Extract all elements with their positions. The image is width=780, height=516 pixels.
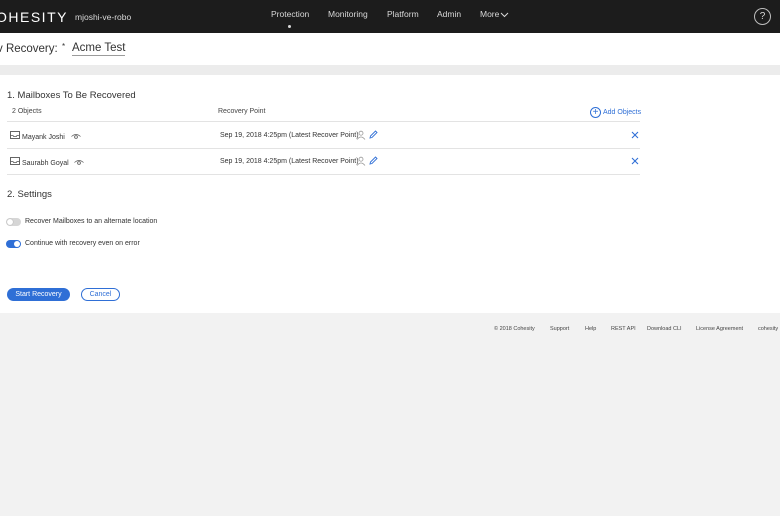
remove-x-icon[interactable]: [631, 157, 639, 165]
mailbox-icon: [10, 157, 20, 165]
help-icon[interactable]: ?: [754, 8, 771, 25]
page-header: v Recovery: * Acme Test: [0, 33, 780, 65]
active-nav-indicator: [288, 25, 291, 28]
mailbox-icon: [10, 131, 20, 139]
footer-help-link[interactable]: Help: [585, 326, 596, 332]
settings-section-title: 2. Settings: [7, 189, 52, 200]
recovery-point-value: Sep 19, 2018 4:25pm (Latest Recover Poin…: [220, 158, 359, 165]
mailbox-name: Saurabh Goyal: [22, 160, 69, 167]
alternate-location-label: Recover Mailboxes to an alternate locati…: [25, 218, 158, 225]
footer-copyright: © 2018 Cohesity: [494, 326, 535, 332]
table-header-divider: [7, 121, 640, 122]
mailboxes-section-title: 1. Mailboxes To Be Recovered: [7, 90, 136, 101]
cohesity-logo[interactable]: OHESITY: [0, 9, 68, 25]
cluster-name[interactable]: mjoshi-ve-robo: [75, 12, 131, 22]
edit-pencil-icon[interactable]: [369, 156, 378, 165]
remove-x-icon[interactable]: [631, 131, 639, 139]
edit-pencil-icon[interactable]: [369, 130, 378, 139]
footer-download-cli-link[interactable]: Download CLI: [647, 326, 682, 332]
add-objects-label: Add Objects: [603, 109, 642, 116]
recovery-point-value: Sep 19, 2018 4:25pm (Latest Recover Poin…: [220, 132, 359, 139]
mailbox-name: Mayank Joshi: [22, 134, 65, 141]
continue-on-error-toggle[interactable]: [6, 240, 21, 248]
eye-icon[interactable]: [74, 159, 84, 166]
row-divider: [7, 174, 640, 175]
nav-admin[interactable]: Admin: [437, 9, 461, 19]
user-icon: [356, 130, 366, 140]
recovery-form-card: [0, 75, 780, 313]
objects-count: 2 Objects: [12, 108, 42, 115]
top-nav-bar: OHESITY mjoshi-ve-robo Protection Monito…: [0, 0, 780, 33]
nav-more[interactable]: More: [480, 9, 499, 19]
footer-rest-api-link[interactable]: REST API: [611, 326, 636, 332]
user-icon: [356, 156, 366, 166]
recovery-name-input[interactable]: Acme Test: [72, 42, 126, 56]
footer-license-link[interactable]: License Agreement: [696, 326, 743, 332]
footer-support-link[interactable]: Support: [550, 326, 569, 332]
plus-circle-icon: +: [590, 107, 601, 118]
footer-cohesity-link[interactable]: cohesity: [758, 326, 778, 332]
nav-protection[interactable]: Protection: [271, 9, 309, 19]
eye-icon[interactable]: [71, 133, 81, 140]
chevron-down-icon[interactable]: [500, 12, 509, 18]
nav-monitoring[interactable]: Monitoring: [328, 9, 368, 19]
cancel-button[interactable]: Cancel: [81, 288, 120, 301]
start-recovery-button[interactable]: Start Recovery: [7, 288, 70, 301]
header-divider-band: [0, 65, 780, 75]
nav-platform[interactable]: Platform: [387, 9, 419, 19]
alternate-location-toggle[interactable]: [6, 218, 21, 226]
recovery-point-column-header: Recovery Point: [218, 108, 266, 115]
continue-on-error-label: Continue with recovery even on error: [25, 240, 140, 247]
required-mark: *: [62, 42, 66, 51]
row-divider: [7, 148, 640, 149]
page-title: v Recovery:: [0, 43, 58, 55]
